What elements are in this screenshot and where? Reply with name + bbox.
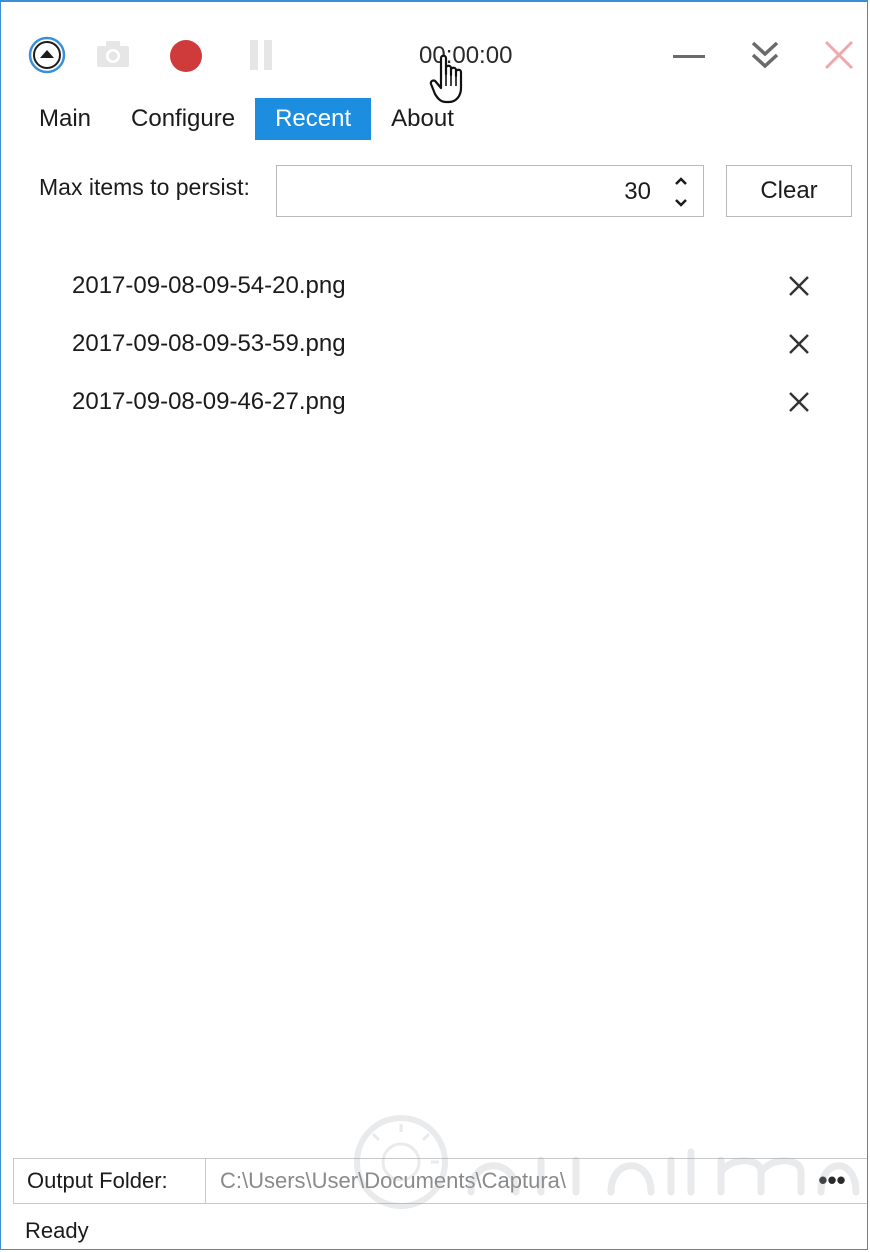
close-icon <box>789 334 809 354</box>
close-icon <box>789 392 809 412</box>
list-item[interactable]: 2017-09-08-09-46-27.png <box>1 374 867 432</box>
record-icon <box>170 40 202 72</box>
pause-button[interactable] <box>241 36 281 74</box>
tab-main[interactable]: Main <box>25 98 111 140</box>
caret-up-icon <box>675 177 687 185</box>
remove-item-button[interactable] <box>783 328 815 360</box>
camera-icon <box>97 41 129 67</box>
screenshot-button[interactable] <box>91 34 135 74</box>
chevron-up-circle-icon <box>28 36 66 74</box>
max-items-stepper[interactable]: 30 <box>276 165 704 217</box>
minimize-button[interactable] <box>665 36 713 76</box>
status-text: Ready <box>25 1218 89 1243</box>
decrement-button[interactable] <box>671 194 691 212</box>
record-button[interactable] <box>165 35 207 77</box>
pause-icon <box>250 40 272 70</box>
minimize-icon <box>673 55 705 58</box>
list-item[interactable]: 2017-09-08-09-53-59.png <box>1 316 867 374</box>
close-icon <box>789 276 809 296</box>
caret-down-icon <box>675 199 687 207</box>
max-items-value[interactable]: 30 <box>624 166 651 218</box>
recent-file-name[interactable]: 2017-09-08-09-53-59.png <box>72 330 346 358</box>
close-icon <box>824 40 854 70</box>
remove-item-button[interactable] <box>783 270 815 302</box>
tab-bar: Main Configure Recent About <box>25 98 474 140</box>
output-folder-label: Output Folder: <box>14 1159 206 1203</box>
tab-configure[interactable]: Configure <box>111 98 255 140</box>
increment-button[interactable] <box>671 172 691 190</box>
toolbar: 00:00:00 <box>1 2 867 104</box>
tab-about[interactable]: About <box>371 98 474 140</box>
clear-button[interactable]: Clear <box>726 165 852 217</box>
expand-button[interactable] <box>741 34 789 76</box>
double-chevron-down-icon <box>751 41 779 69</box>
close-button[interactable] <box>815 34 863 76</box>
remove-item-button[interactable] <box>783 386 815 418</box>
tab-recent[interactable]: Recent <box>255 98 372 140</box>
list-item[interactable]: 2017-09-08-09-54-20.png <box>1 258 867 316</box>
recent-file-name[interactable]: 2017-09-08-09-54-20.png <box>72 272 346 300</box>
output-folder-path[interactable]: C:\Users\User\Documents\Captura\ <box>220 1159 566 1203</box>
recent-file-name[interactable]: 2017-09-08-09-46-27.png <box>72 388 346 416</box>
browse-folder-button[interactable]: ••• <box>814 1163 850 1197</box>
max-items-label: Max items to persist: <box>39 174 250 200</box>
app-window: 00:00:00 Main Configure Recent About Max… <box>0 0 868 1250</box>
collapse-button[interactable] <box>27 35 67 75</box>
output-folder-bar: Output Folder: C:\Users\User\Documents\C… <box>13 1158 867 1204</box>
